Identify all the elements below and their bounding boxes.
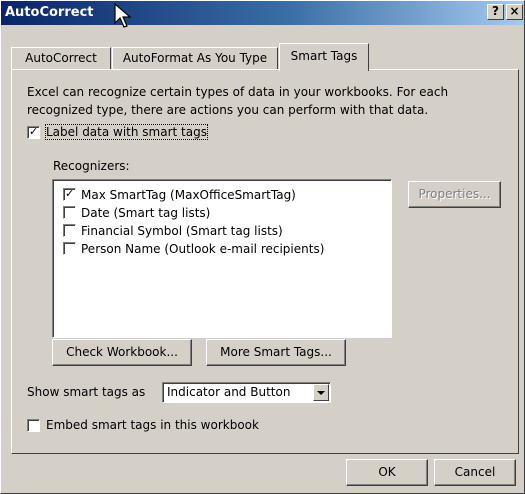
dialog-title: AutoCorrect (5, 5, 94, 20)
tab-smart-tags[interactable]: Smart Tags (279, 43, 369, 71)
show-smart-tags-as-label: Show smart tags as (27, 385, 146, 399)
recognizers-label: Recognizers: (53, 159, 130, 173)
recognizer-label: Person Name (Outlook e-mail recipients) (81, 242, 325, 256)
embed-smart-tags-checkbox[interactable] (27, 419, 40, 432)
show-smart-tags-as-select[interactable]: Indicator and Button (162, 382, 331, 403)
embed-smart-tags-label[interactable]: Embed smart tags in this workbook (46, 418, 259, 432)
smart-tags-description: Excel can recognize certain types of dat… (27, 85, 449, 117)
checkmark-icon: ✓ (65, 187, 75, 200)
tab-autocorrect[interactable]: AutoCorrect (11, 47, 111, 69)
title-bar[interactable]: AutoCorrect ? × (1, 1, 524, 28)
recognizer-checkbox[interactable]: ✓ (63, 187, 76, 201)
tab-autoformat-as-you-type[interactable]: AutoFormat As You Type (112, 47, 278, 69)
check-workbook-button[interactable]: Check Workbook... (52, 339, 192, 366)
recognizer-label: Date (Smart tag lists) (81, 206, 211, 220)
recognizer-label: Financial Symbol (Smart tag lists) (81, 224, 283, 238)
recognizer-label: Max SmartTag (MaxOfficeSmartTag) (81, 188, 296, 202)
show-smart-tags-as-value: Indicator and Button (167, 385, 291, 399)
cancel-button[interactable]: Cancel (434, 459, 516, 486)
recognizer-checkbox[interactable] (63, 242, 76, 255)
mouse-pointer-icon (114, 3, 132, 28)
recognizer-checkbox[interactable] (63, 224, 76, 237)
label-data-checkbox[interactable]: ✓ (27, 125, 40, 139)
help-button[interactable]: ? (487, 4, 504, 20)
ok-button[interactable]: OK (346, 459, 428, 486)
autocorrect-dialog: AutoCorrect ? × AutoCorrect AutoFormat A… (0, 0, 525, 494)
label-data-checkbox-label[interactable]: Label data with smart tags (45, 124, 208, 140)
properties-button[interactable]: Properties... (408, 181, 501, 208)
more-smart-tags-button[interactable]: More Smart Tags... (206, 339, 346, 366)
recognizer-checkbox[interactable] (63, 206, 76, 219)
recognizers-list[interactable]: ✓ Max SmartTag (MaxOfficeSmartTag) Date … (52, 179, 392, 338)
checkmark-icon: ✓ (29, 125, 39, 138)
chevron-down-icon[interactable] (313, 384, 329, 401)
close-button[interactable]: × (506, 4, 523, 20)
